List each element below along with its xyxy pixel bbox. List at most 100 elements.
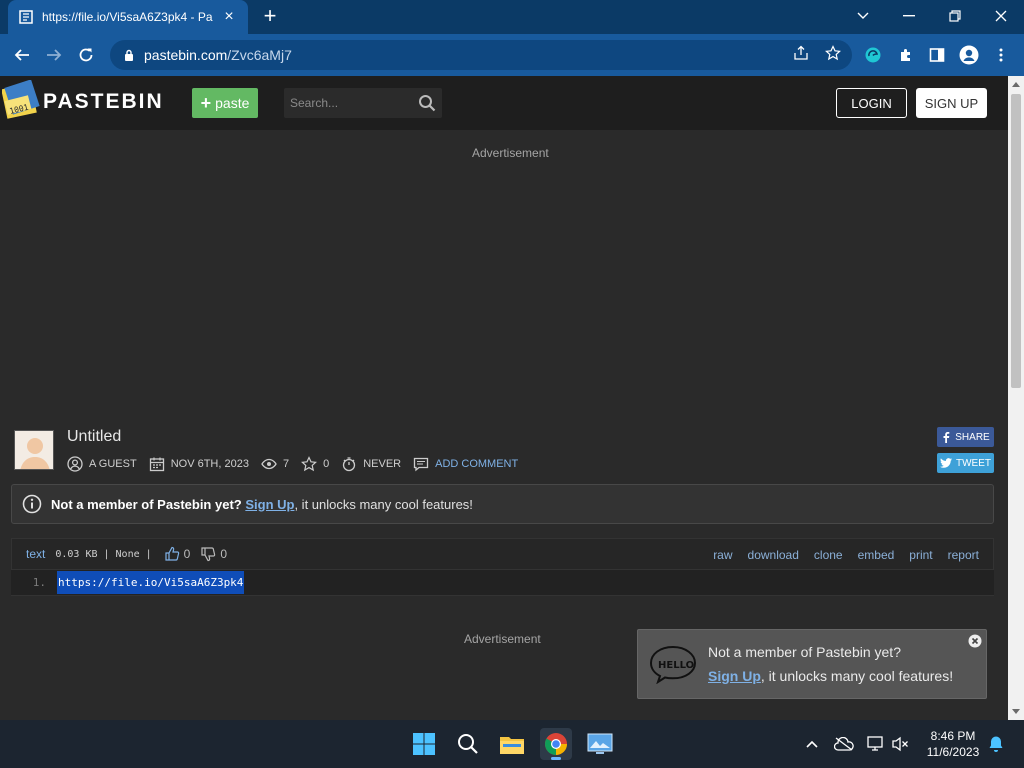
- scroll-up-arrow-icon[interactable]: [1012, 82, 1020, 87]
- browser-menu-icon[interactable]: [988, 42, 1014, 68]
- profile-avatar-icon[interactable]: [956, 42, 982, 68]
- calendar-icon: [149, 457, 164, 472]
- onedrive-offline-icon[interactable]: [834, 734, 854, 754]
- print-link[interactable]: print: [909, 548, 932, 562]
- paste-category: None: [115, 548, 140, 560]
- chrome-taskbar-icon[interactable]: [540, 728, 572, 760]
- code-actions: raw download clone embed print report: [698, 539, 979, 571]
- advertisement-label-top: Advertisement: [472, 146, 549, 160]
- eye-icon: [261, 458, 277, 470]
- author-meta[interactable]: A GUEST: [67, 456, 137, 472]
- signup-button[interactable]: SIGN UP: [916, 88, 987, 118]
- download-link[interactable]: download: [748, 548, 799, 562]
- like-button[interactable]: 0: [164, 546, 191, 562]
- taskbar-search-icon[interactable]: [452, 728, 484, 760]
- guest-avatar: [14, 430, 54, 470]
- new-paste-button[interactable]: + paste: [192, 88, 258, 118]
- code-line: 1. https://file.io/Vi5saA6Z3pk4: [11, 570, 994, 596]
- user-icon: [67, 456, 83, 472]
- volume-muted-icon[interactable]: [890, 734, 910, 754]
- raw-link[interactable]: raw: [713, 548, 732, 562]
- reload-icon[interactable]: [74, 43, 98, 67]
- star-icon: [301, 456, 318, 472]
- syntax-link[interactable]: text: [26, 547, 45, 561]
- facebook-icon: [943, 432, 950, 443]
- tab-title: https://file.io/Vi5saA6Z3pk4 - Pa: [42, 10, 213, 24]
- embed-link[interactable]: embed: [858, 548, 895, 562]
- facebook-share-button[interactable]: SHARE: [937, 427, 994, 447]
- thumbs-down-icon: [201, 547, 216, 562]
- hello-speech-bubble-icon: HELLO: [649, 645, 697, 684]
- code-content[interactable]: https://file.io/Vi5saA6Z3pk4: [57, 571, 245, 594]
- tab-close-icon[interactable]: ×: [220, 8, 238, 26]
- windows-start-icon[interactable]: [408, 728, 440, 760]
- toast-line-2: Sign Up, it unlocks many cool features!: [708, 668, 953, 684]
- url-text: pastebin.com/Zvc6aMj7: [144, 47, 292, 63]
- windows-taskbar: 8:46 PM 11/6/2023: [0, 720, 1024, 768]
- twitter-icon: [940, 458, 952, 468]
- side-panel-icon[interactable]: [924, 42, 950, 68]
- search-input[interactable]: [284, 88, 414, 118]
- extension-edge-icon[interactable]: [860, 42, 886, 68]
- svg-text:HELLO: HELLO: [658, 660, 694, 671]
- toast-signup-link[interactable]: Sign Up: [708, 668, 761, 684]
- views-meta: 7: [261, 456, 289, 472]
- tab-search-chevron-icon[interactable]: [840, 0, 886, 32]
- close-window-button[interactable]: [978, 0, 1024, 32]
- back-arrow-icon[interactable]: [10, 43, 34, 67]
- taskbar-clock[interactable]: 8:46 PM 11/6/2023: [918, 728, 988, 760]
- pastebin-logo-icon[interactable]: 1001: [1, 79, 40, 120]
- author-name: A GUEST: [89, 458, 137, 470]
- site-logo-text[interactable]: PASTEBIN: [43, 90, 164, 114]
- notice-rest-text: , it unlocks many cool features!: [294, 496, 473, 512]
- stars-meta[interactable]: 0: [301, 456, 329, 472]
- notice-signup-link[interactable]: Sign Up: [245, 497, 294, 512]
- date-meta: NOV 6TH, 2023: [149, 456, 249, 472]
- dislike-button[interactable]: 0: [200, 546, 227, 562]
- scrollbar-thumb[interactable]: [1011, 94, 1021, 388]
- advertisement-label-bottom: Advertisement: [464, 632, 541, 646]
- new-tab-button[interactable]: +: [258, 5, 282, 29]
- paste-button-label: paste: [215, 95, 250, 111]
- separator: |: [145, 548, 152, 560]
- like-count: 0: [183, 547, 191, 561]
- file-explorer-icon[interactable]: [496, 728, 528, 760]
- browser-tab[interactable]: https://file.io/Vi5saA6Z3pk4 - Pa ×: [8, 0, 248, 34]
- star-count: 0: [323, 458, 330, 470]
- notification-bell-icon[interactable]: [986, 734, 1006, 754]
- restore-button[interactable]: [932, 0, 978, 32]
- site-header: 1001 PASTEBIN + paste LOGIN SIGN UP: [0, 76, 1008, 130]
- page-scrollbar[interactable]: [1008, 76, 1024, 720]
- clock-date: 11/6/2023: [926, 745, 980, 759]
- scroll-down-arrow-icon[interactable]: [1012, 709, 1020, 714]
- browser-toolbar: pastebin.com/Zvc6aMj7: [0, 34, 1024, 76]
- paste-size: 0.03 KB: [55, 548, 98, 560]
- toast-line-1: Not a member of Pastebin yet?: [708, 644, 901, 660]
- report-link[interactable]: report: [948, 548, 979, 562]
- network-icon[interactable]: [866, 734, 886, 754]
- paste-meta: A GUEST NOV 6TH, 2023 7 0 NEVER ADD COMM…: [67, 455, 530, 473]
- toast-close-icon[interactable]: [968, 634, 982, 648]
- forward-arrow-icon[interactable]: [42, 43, 66, 67]
- pastebin-favicon-icon: [18, 9, 34, 25]
- lock-icon[interactable]: [122, 48, 136, 62]
- bookmark-star-icon[interactable]: [820, 40, 846, 66]
- expiry-meta: NEVER: [341, 456, 401, 472]
- tray-overflow-chevron-icon[interactable]: [802, 734, 822, 754]
- clock-time: 8:46 PM: [930, 729, 976, 743]
- line-number: 1.: [32, 576, 46, 589]
- share-page-icon[interactable]: [788, 40, 814, 66]
- tweet-label: TWEET: [956, 457, 991, 469]
- share-label: SHARE: [955, 431, 990, 443]
- remote-desktop-icon[interactable]: [584, 728, 616, 760]
- login-button[interactable]: LOGIN: [836, 88, 907, 118]
- thumbs-up-icon: [165, 546, 179, 561]
- twitter-tweet-button[interactable]: TWEET: [937, 453, 994, 473]
- add-comment-link[interactable]: ADD COMMENT: [413, 456, 518, 472]
- address-bar[interactable]: pastebin.com/Zvc6aMj7: [110, 40, 852, 70]
- minimize-button[interactable]: [886, 0, 932, 32]
- search-icon[interactable]: [418, 94, 436, 112]
- clone-link[interactable]: clone: [814, 548, 843, 562]
- page-content: 1001 PASTEBIN + paste LOGIN SIGN UP Adve…: [0, 76, 1008, 720]
- extensions-puzzle-icon[interactable]: [893, 42, 919, 68]
